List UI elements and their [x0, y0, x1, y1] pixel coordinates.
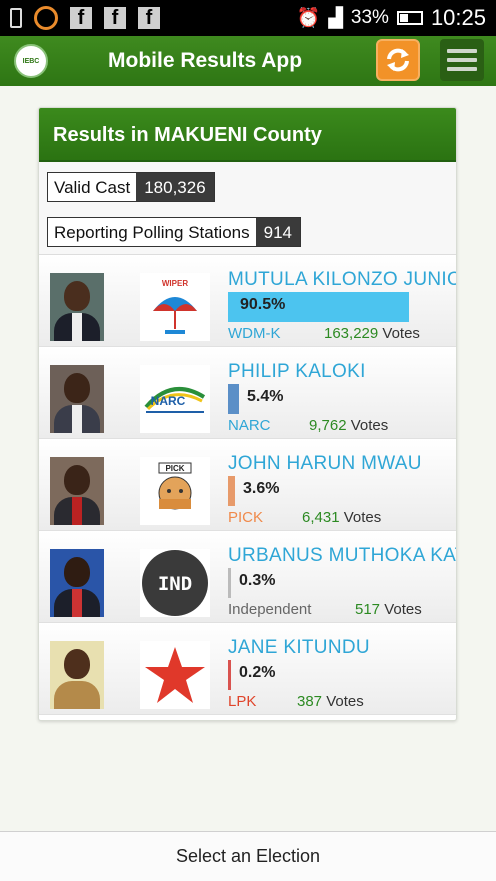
reporting-stations-stat: Reporting Polling Stations 914	[47, 217, 301, 247]
votes-count: 387 Votes	[297, 693, 364, 710]
percent-label: 0.2%	[239, 664, 276, 681]
candidate-name: JOHN HARUN MWAU	[228, 453, 422, 474]
candidate-photo	[50, 641, 104, 709]
app-bar: IEBC Mobile Results App	[0, 36, 496, 86]
reporting-stations-value: 914	[255, 218, 300, 246]
candidate-photo	[50, 273, 104, 341]
phone-icon	[10, 8, 22, 28]
votes-count: 163,229 Votes	[324, 325, 420, 342]
percent-label: 90.5%	[240, 296, 286, 313]
candidate-row[interactable]: NARC PHILIP KALOKI 5.4% NARC 9,762 Votes	[39, 347, 456, 439]
candidate-list: WIPER MUTULA KILONZO JUNIOR 90.5% WDM-K …	[39, 255, 456, 715]
svg-text:IND: IND	[158, 573, 192, 595]
valid-cast-label: Valid Cast	[48, 173, 137, 201]
facebook-icon: f	[104, 7, 126, 29]
votes-count: 9,762 Votes	[309, 417, 389, 434]
alarm-icon: ⏰	[296, 8, 321, 29]
candidate-row[interactable]: JANE KITUNDU 0.2% LPK 387 Votes	[39, 623, 456, 715]
battery-icon	[396, 11, 423, 25]
percent-label: 0.3%	[239, 572, 276, 589]
results-card: Results in MAKUENI County Valid Cast 180…	[38, 107, 457, 721]
refresh-icon	[387, 48, 409, 72]
valid-cast-stat: Valid Cast 180,326	[47, 172, 215, 202]
svg-text:NARC: NARC	[151, 394, 186, 408]
status-bar: f f f ⏰ ▟ 33% 10:25	[0, 0, 496, 36]
facebook-icon: f	[70, 7, 92, 29]
percent-bar	[228, 384, 239, 414]
party-logo-lpk	[140, 641, 210, 709]
party-logo-pick: PICK	[140, 457, 210, 525]
party-logo-narc: NARC	[140, 365, 210, 433]
candidate-row[interactable]: IND URBANUS MUTHOKA KATUMO 0.3% Independ…	[39, 531, 456, 623]
reporting-stations-label: Reporting Polling Stations	[48, 218, 256, 246]
candidate-name: URBANUS MUTHOKA KATUMO	[228, 545, 456, 566]
party-name: PICK	[228, 509, 264, 526]
stats-panel: Valid Cast 180,326 Reporting Polling Sta…	[39, 162, 456, 255]
valid-cast-value: 180,326	[136, 173, 214, 201]
signal-icon: ▟	[328, 7, 343, 29]
party-name: NARC	[228, 417, 271, 434]
candidate-name: PHILIP KALOKI	[228, 361, 366, 382]
party-logo-wiper: WIPER	[140, 273, 210, 341]
votes-count: 517 Votes	[355, 601, 422, 618]
app-logo[interactable]: IEBC	[14, 44, 48, 78]
percent-bar	[228, 476, 235, 506]
candidate-row[interactable]: PICK JOHN HARUN MWAU 3.6% PICK 6,431 Vot…	[39, 439, 456, 531]
party-name: Independent	[228, 601, 312, 618]
percent-label: 5.4%	[247, 388, 284, 405]
candidate-photo	[50, 457, 104, 525]
facebook-icon: f	[138, 7, 160, 29]
card-title: Results in MAKUENI County	[39, 108, 456, 162]
party-name: LPK	[228, 693, 257, 710]
candidate-name: JANE KITUNDU	[228, 637, 370, 658]
percent-bar	[228, 660, 231, 690]
menu-icon	[447, 49, 477, 53]
percent-label: 3.6%	[243, 480, 280, 497]
party-logo-independent: IND	[140, 549, 210, 617]
select-election-button[interactable]: Select an Election	[0, 831, 496, 881]
battery-percent: 33%	[350, 7, 389, 28]
app-title: Mobile Results App	[108, 49, 303, 72]
votes-count: 6,431 Votes	[302, 509, 382, 526]
percent-bar	[228, 568, 231, 598]
party-name: WDM-K	[228, 325, 281, 342]
menu-button[interactable]	[440, 39, 484, 81]
candidate-photo	[50, 549, 104, 617]
refresh-button[interactable]	[376, 39, 420, 81]
svg-text:PICK: PICK	[165, 464, 184, 473]
app-notification-icon	[34, 6, 58, 30]
candidate-name: MUTULA KILONZO JUNIOR	[228, 269, 457, 290]
candidate-row[interactable]: WIPER MUTULA KILONZO JUNIOR 90.5% WDM-K …	[39, 255, 456, 347]
svg-text:WIPER: WIPER	[162, 279, 188, 288]
clock: 10:25	[430, 5, 486, 30]
candidate-photo	[50, 365, 104, 433]
